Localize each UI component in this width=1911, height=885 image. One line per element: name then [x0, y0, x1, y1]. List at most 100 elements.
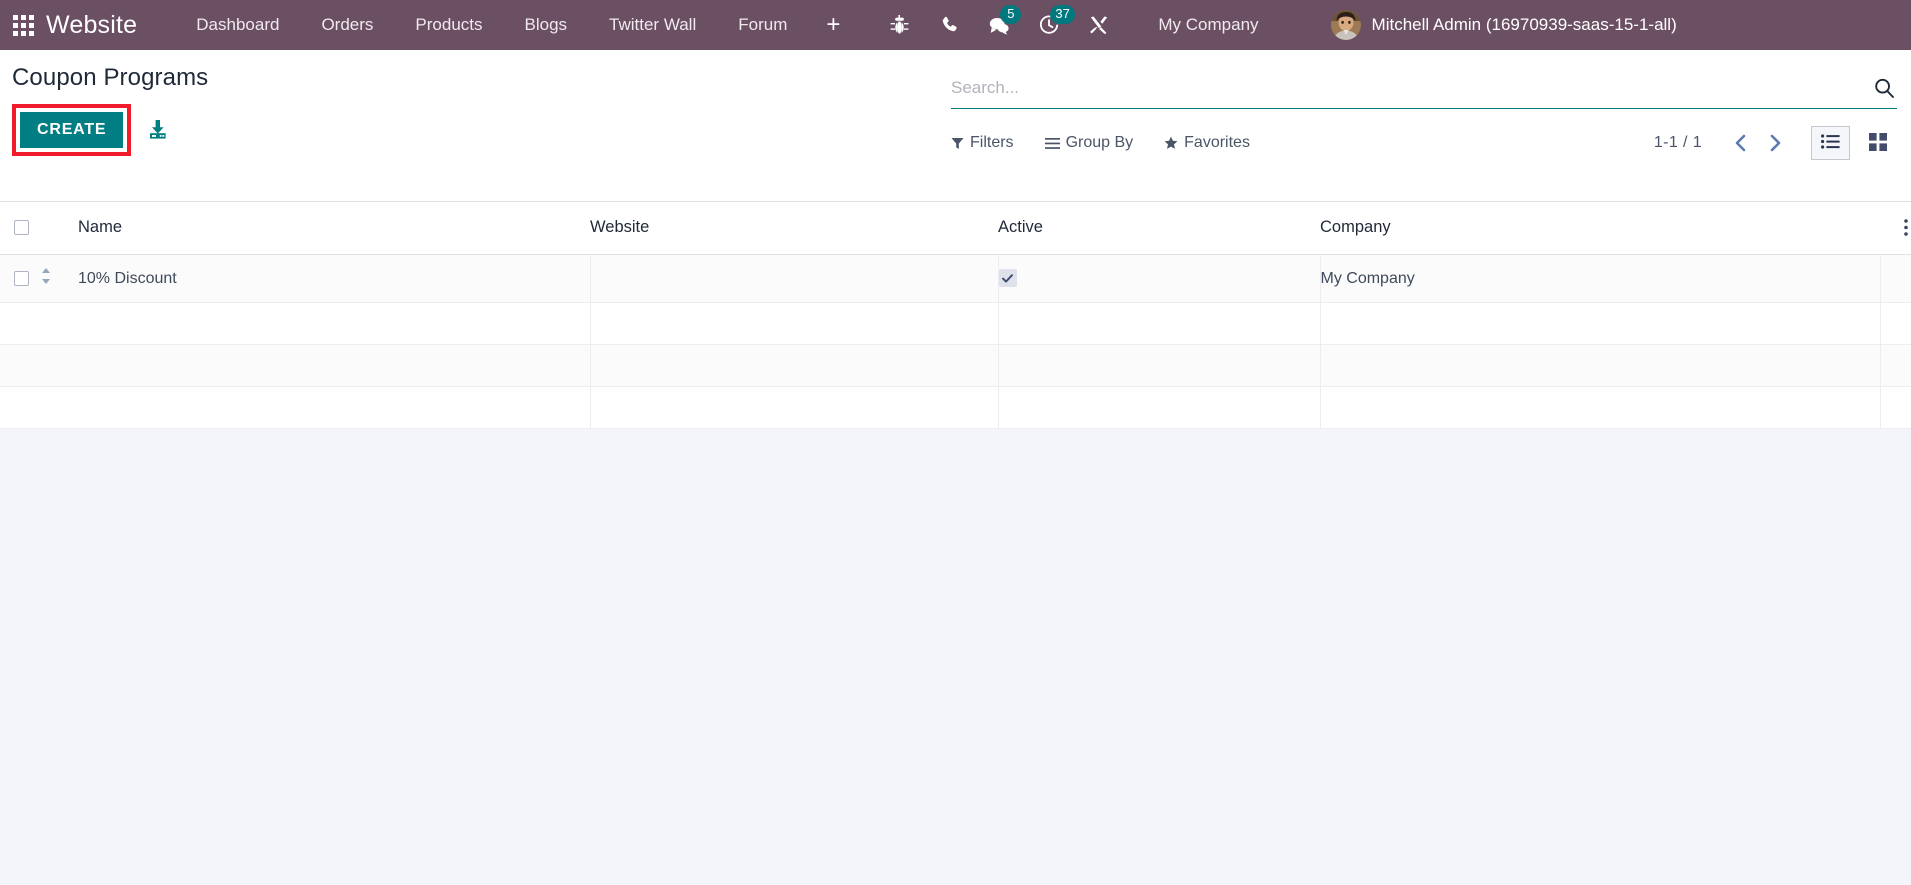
- column-header-website[interactable]: Website: [590, 202, 998, 255]
- row-handle-cell: [40, 254, 78, 303]
- user-menu[interactable]: Mitchell Admin (16970939-saas-15-1-all): [1330, 10, 1691, 40]
- column-header-company[interactable]: Company: [1320, 202, 1880, 255]
- tools-icon[interactable]: [1074, 0, 1124, 50]
- create-button-highlight: CREATE: [12, 104, 132, 156]
- top-navbar: Website Dashboard Orders Products Blogs …: [0, 0, 1911, 50]
- nav-item-blogs[interactable]: Blogs: [504, 0, 589, 50]
- table-header: Name Website Active Company: [0, 202, 1911, 255]
- control-panel: Coupon Programs CREATE Search... Filters…: [0, 50, 1911, 202]
- records-table: Name Website Active Company 10% Discount…: [0, 202, 1911, 429]
- kanban-grid-icon: [1868, 132, 1887, 154]
- create-button[interactable]: CREATE: [20, 112, 124, 148]
- systray: 5 37: [874, 0, 1124, 50]
- row-checkbox[interactable]: [14, 270, 29, 286]
- empty-cell: [1880, 386, 1911, 429]
- control-panel-actions: CREATE: [12, 104, 208, 156]
- table-row[interactable]: 10% Discount My Company: [0, 254, 1911, 303]
- messages-badge: 5: [1000, 5, 1022, 24]
- nav-item-dashboard[interactable]: Dashboard: [175, 0, 300, 50]
- view-switcher: [1811, 126, 1897, 160]
- row-select-cell: [0, 254, 40, 303]
- apps-menu-icon[interactable]: [0, 0, 46, 50]
- empty-cell: [1320, 344, 1881, 387]
- page-background: [0, 429, 1911, 861]
- control-panel-left: Coupon Programs CREATE: [12, 50, 208, 156]
- filters-row: Filters Group By Favorites 1-1 / 1: [951, 123, 1897, 163]
- empty-cell: [1320, 386, 1881, 429]
- empty-cell: [40, 386, 78, 429]
- table-body: 10% Discount My Company: [0, 254, 1911, 429]
- nav-add-icon[interactable]: +: [808, 0, 858, 50]
- download-export-icon[interactable]: [147, 119, 169, 141]
- messages-icon[interactable]: 5: [974, 0, 1024, 50]
- empty-cell: [78, 386, 591, 429]
- list-icon: [1821, 134, 1840, 152]
- empty-cell: [0, 386, 40, 429]
- search-icon[interactable]: [1871, 77, 1897, 99]
- activities-badge: 37: [1050, 5, 1075, 24]
- drag-handle-icon[interactable]: [40, 267, 52, 285]
- column-header-name[interactable]: Name: [78, 202, 590, 255]
- empty-cell: [1880, 344, 1911, 387]
- empty-cell: [998, 386, 1321, 429]
- search-input[interactable]: [951, 77, 1871, 98]
- handle-header: [40, 202, 78, 255]
- empty-cell: [590, 302, 999, 345]
- filters-button[interactable]: Filters: [951, 134, 1014, 152]
- company-selector[interactable]: My Company: [1138, 0, 1278, 50]
- cell-options: [1880, 254, 1911, 303]
- nav-item-forum[interactable]: Forum: [717, 0, 808, 50]
- empty-cell: [590, 344, 999, 387]
- favorites-button[interactable]: Favorites: [1164, 134, 1250, 152]
- favorites-label: Favorites: [1184, 134, 1250, 151]
- empty-cell: [998, 344, 1321, 387]
- empty-cell: [40, 302, 78, 345]
- control-panel-right: Filters Group By Favorit: [951, 50, 1897, 163]
- empty-row: [0, 344, 1911, 387]
- group-by-label: Group By: [1065, 134, 1134, 151]
- nav-item-orders[interactable]: Orders: [300, 0, 394, 50]
- empty-cell: [0, 302, 40, 345]
- empty-row: [0, 386, 1911, 429]
- group-by-button[interactable]: Group By: [1044, 134, 1134, 152]
- chevron-left-icon[interactable]: [1723, 133, 1758, 153]
- options-dots-icon[interactable]: [1880, 219, 1911, 236]
- empty-cell: [78, 344, 591, 387]
- chevron-right-icon[interactable]: [1758, 133, 1793, 153]
- filters-label: Filters: [970, 134, 1014, 151]
- select-all-checkbox[interactable]: [14, 220, 29, 236]
- column-header-active[interactable]: Active: [998, 202, 1320, 255]
- empty-cell: [590, 386, 999, 429]
- nav-item-twitter-wall[interactable]: Twitter Wall: [588, 0, 717, 50]
- optional-columns-header: [1880, 202, 1911, 255]
- cell-company[interactable]: My Company: [1320, 254, 1881, 303]
- empty-cell: [1320, 302, 1881, 345]
- phone-icon[interactable]: [924, 0, 974, 50]
- pager-counter[interactable]: 1-1 / 1: [1654, 134, 1702, 152]
- cell-website[interactable]: [590, 254, 999, 303]
- cell-name[interactable]: 10% Discount: [78, 254, 591, 303]
- list-view: Name Website Active Company 10% Discount…: [0, 202, 1911, 429]
- select-all-header: [0, 202, 40, 255]
- list-view-button[interactable]: [1811, 126, 1850, 160]
- cell-active[interactable]: [998, 254, 1321, 303]
- user-name: Mitchell Admin (16970939-saas-15-1-all): [1371, 15, 1677, 34]
- empty-cell: [998, 302, 1321, 345]
- empty-cell: [1880, 302, 1911, 345]
- nav-item-products[interactable]: Products: [394, 0, 503, 50]
- star-icon: [1164, 136, 1178, 150]
- filter-icon: [951, 137, 964, 150]
- empty-cell: [78, 302, 591, 345]
- bug-icon[interactable]: [874, 0, 924, 50]
- kanban-view-button[interactable]: [1858, 126, 1897, 160]
- app-brand-website[interactable]: Website: [46, 11, 137, 40]
- activities-clock-icon[interactable]: 37: [1024, 0, 1075, 50]
- active-checkbox-checked[interactable]: [998, 269, 1017, 288]
- group-by-icon: [1044, 137, 1060, 150]
- empty-cell: [40, 344, 78, 387]
- search-bar[interactable]: [951, 67, 1897, 109]
- empty-row: [0, 302, 1911, 345]
- empty-cell: [0, 344, 40, 387]
- avatar: [1330, 10, 1361, 40]
- table-header-row: Name Website Active Company: [0, 202, 1911, 255]
